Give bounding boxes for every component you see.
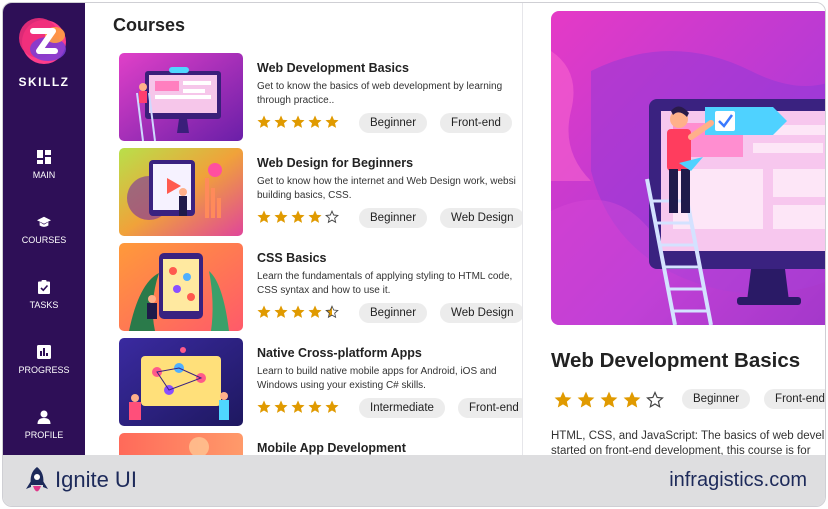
- star-full-icon: [577, 391, 595, 408]
- star-full-icon: [257, 305, 271, 318]
- course-description: Get to know the basics of web developmen…: [257, 81, 503, 106]
- star-full-icon: [274, 400, 288, 413]
- brand-name: SKILLZ: [18, 75, 70, 89]
- course-title: Mobile App Development: [257, 441, 406, 455]
- course-card-mobile-app-development[interactable]: Mobile App Development: [119, 433, 522, 455]
- course-list-panel: Courses Web Development Basics Get to kn…: [85, 3, 523, 455]
- course-detail-panel: Web Development Basics Beginner Front-en…: [524, 3, 825, 455]
- star-full-icon: [325, 400, 339, 413]
- course-card-css-basics[interactable]: CSS Basics Learn the fundamentals of app…: [119, 243, 522, 331]
- tag-chip[interactable]: Web Design: [440, 303, 522, 323]
- star-full-icon: [274, 305, 288, 318]
- star-full-icon: [600, 391, 618, 408]
- star-full-icon: [291, 305, 305, 318]
- course-tags: Beginner Web Design: [359, 303, 522, 323]
- sidebar-item-courses[interactable]: COURSES: [3, 215, 85, 245]
- star-full-icon: [308, 210, 322, 223]
- skillz-logo-icon[interactable]: [15, 13, 73, 71]
- star-full-icon: [325, 115, 339, 128]
- course-card-web-design-for-beginners[interactable]: Web Design for Beginners Get to know how…: [119, 148, 522, 236]
- course-tags: Intermediate Front-end: [359, 398, 522, 418]
- star-full-icon: [308, 115, 322, 128]
- detail-title: Web Development Basics: [551, 349, 801, 372]
- course-card-web-development-basics[interactable]: Web Development Basics Get to know the b…: [119, 53, 522, 141]
- course-thumbnail: [119, 338, 243, 426]
- sidebar-item-tasks[interactable]: TASKS: [3, 280, 85, 310]
- star-full-icon: [308, 305, 322, 318]
- rating-stars: [257, 115, 339, 131]
- rating-stars: [257, 400, 339, 416]
- course-description: Get to know how the internet and Web Des…: [257, 176, 516, 201]
- person-icon: [37, 410, 51, 424]
- bar-chart-icon: [37, 345, 51, 359]
- footer-banner: Ignite UI infragistics.com: [3, 455, 825, 506]
- rating-stars: [257, 305, 339, 321]
- sidebar-item-label: TASKS: [29, 300, 59, 310]
- star-full-icon: [554, 391, 572, 408]
- sidebar-item-label: COURSES: [21, 235, 67, 245]
- ignite-ui-rocket-icon: [26, 467, 48, 492]
- dashboard-icon: [37, 150, 51, 164]
- sidebar-item-main[interactable]: MAIN: [3, 150, 85, 180]
- tag-chip[interactable]: Beginner: [359, 113, 428, 133]
- footer-website-link[interactable]: infragistics.com: [669, 469, 807, 492]
- tag-chip[interactable]: Beginner: [682, 389, 751, 409]
- star-full-icon: [623, 391, 641, 408]
- footer-brand: Ignite UI: [55, 467, 137, 492]
- star-full-icon: [291, 115, 305, 128]
- sidebar: SKILLZ MAIN COURSES TASKS PROGRESS PROFI…: [3, 3, 85, 455]
- course-thumbnail: [119, 53, 243, 141]
- tag-chip[interactable]: Beginner: [359, 208, 428, 228]
- course-title: CSS Basics: [257, 251, 327, 265]
- tag-chip[interactable]: Front-end: [457, 398, 522, 418]
- star-half-icon: [325, 305, 339, 319]
- detail-rating-stars: [554, 391, 664, 409]
- star-full-icon: [274, 115, 288, 128]
- rating-stars: [257, 210, 339, 226]
- star-full-icon: [291, 400, 305, 413]
- course-hero-image: [551, 11, 825, 325]
- detail-tags: Beginner Front-end: [682, 389, 825, 409]
- star-full-icon: [257, 210, 271, 223]
- star-full-icon: [308, 400, 322, 413]
- sidebar-item-label: PROGRESS: [18, 365, 70, 375]
- course-title: Native Cross-platform Apps: [257, 346, 422, 360]
- star-empty-icon: [325, 210, 339, 224]
- clipboard-check-icon: [38, 280, 50, 294]
- tag-chip[interactable]: Front-end: [440, 113, 512, 133]
- tag-chip[interactable]: Beginner: [359, 303, 428, 323]
- tag-chip[interactable]: Intermediate: [359, 398, 445, 418]
- sidebar-item-label: MAIN: [32, 170, 56, 180]
- sidebar-item-profile[interactable]: PROFILE: [3, 410, 85, 440]
- tag-chip[interactable]: Front-end: [764, 389, 825, 409]
- course-description: Learn to build native mobile apps for An…: [257, 366, 497, 391]
- star-empty-icon: [646, 391, 664, 408]
- course-tags: Beginner Front-end: [359, 113, 512, 133]
- course-card-native-cross-platform-apps[interactable]: Native Cross-platform Apps Learn to buil…: [119, 338, 522, 426]
- star-full-icon: [257, 115, 271, 128]
- star-full-icon: [291, 210, 305, 223]
- course-description: Learn the fundamentals of applying styli…: [257, 271, 513, 296]
- course-title: Web Design for Beginners: [257, 156, 414, 170]
- page-title: Courses: [113, 15, 186, 35]
- graduation-cap-icon: [37, 216, 51, 227]
- course-thumbnail: [119, 433, 243, 455]
- star-full-icon: [274, 210, 288, 223]
- course-tags: Beginner Web Design: [359, 208, 522, 228]
- sidebar-item-progress[interactable]: PROGRESS: [3, 345, 85, 375]
- star-full-icon: [257, 400, 271, 413]
- tag-chip[interactable]: Web Design: [440, 208, 522, 228]
- sidebar-item-label: PROFILE: [24, 430, 64, 440]
- app-window: SKILLZ MAIN COURSES TASKS PROGRESS PROFI…: [2, 2, 826, 507]
- course-title: Web Development Basics: [257, 61, 409, 75]
- course-thumbnail: [119, 243, 243, 331]
- course-thumbnail: [119, 148, 243, 236]
- detail-description: HTML, CSS, and JavaScript: The basics of…: [551, 430, 825, 455]
